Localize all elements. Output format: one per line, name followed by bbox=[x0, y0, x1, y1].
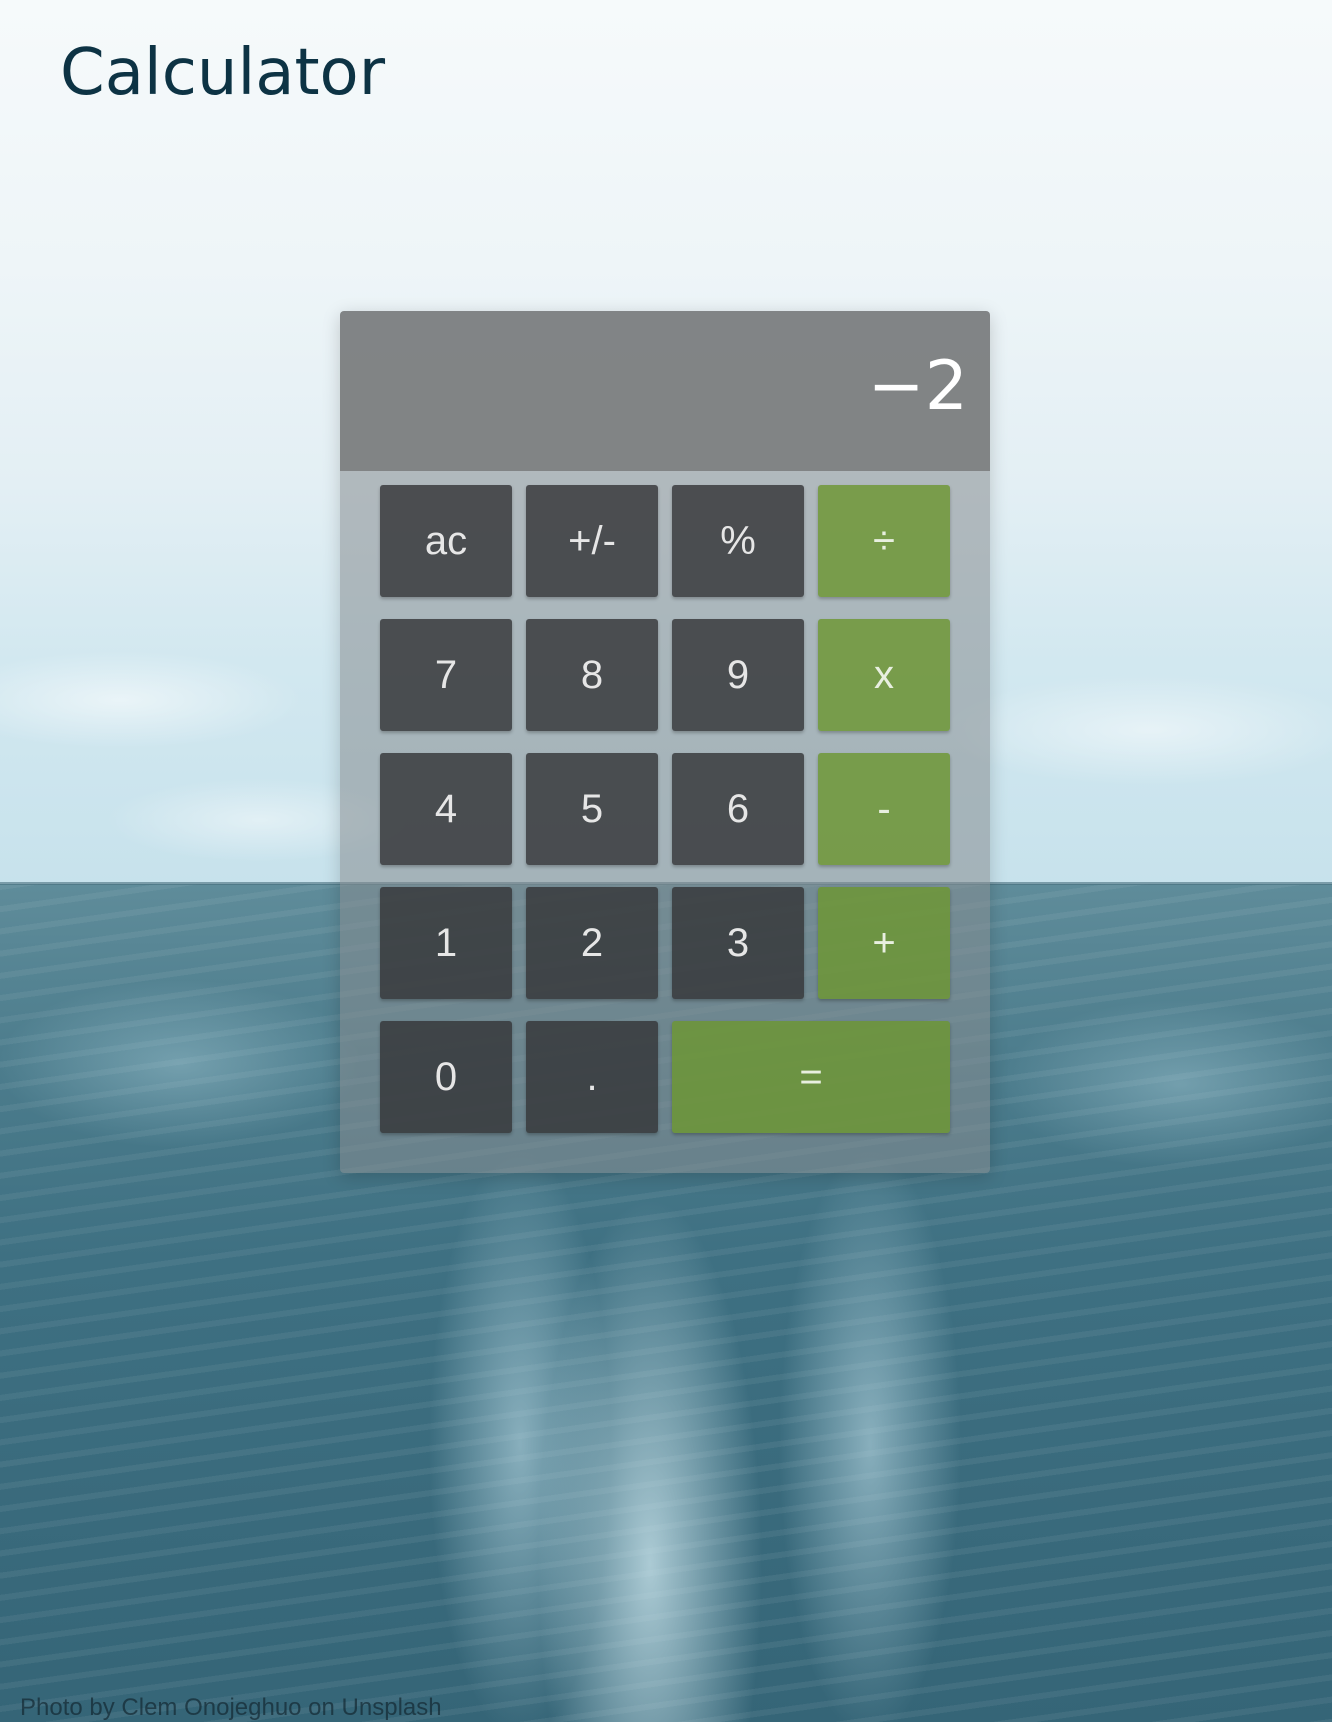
decimal-button[interactable]: . bbox=[526, 1021, 658, 1133]
divide-button[interactable]: ÷ bbox=[818, 485, 950, 597]
multiply-button[interactable]: x bbox=[818, 619, 950, 731]
calculator: −2 ac +/- % ÷ 7 8 9 x 4 5 6 - 1 2 3 + 0 … bbox=[340, 311, 990, 1173]
digit-7-button[interactable]: 7 bbox=[380, 619, 512, 731]
keypad: ac +/- % ÷ 7 8 9 x 4 5 6 - 1 2 3 + 0 . = bbox=[340, 471, 990, 1173]
digit-0-button[interactable]: 0 bbox=[380, 1021, 512, 1133]
equals-button[interactable]: = bbox=[672, 1021, 950, 1133]
subtract-button[interactable]: - bbox=[818, 753, 950, 865]
percent-button[interactable]: % bbox=[672, 485, 804, 597]
digit-8-button[interactable]: 8 bbox=[526, 619, 658, 731]
digit-6-button[interactable]: 6 bbox=[672, 753, 804, 865]
clear-button[interactable]: ac bbox=[380, 485, 512, 597]
digit-3-button[interactable]: 3 bbox=[672, 887, 804, 999]
digit-4-button[interactable]: 4 bbox=[380, 753, 512, 865]
photo-credit: Photo by Clem Onojeghuo on Unsplash bbox=[20, 1694, 442, 1721]
digit-2-button[interactable]: 2 bbox=[526, 887, 658, 999]
digit-9-button[interactable]: 9 bbox=[672, 619, 804, 731]
sign-toggle-button[interactable]: +/- bbox=[526, 485, 658, 597]
page-title: Calculator bbox=[60, 36, 385, 110]
display-value: −2 bbox=[867, 347, 968, 426]
add-button[interactable]: + bbox=[818, 887, 950, 999]
digit-1-button[interactable]: 1 bbox=[380, 887, 512, 999]
calculator-display: −2 bbox=[340, 311, 990, 471]
digit-5-button[interactable]: 5 bbox=[526, 753, 658, 865]
